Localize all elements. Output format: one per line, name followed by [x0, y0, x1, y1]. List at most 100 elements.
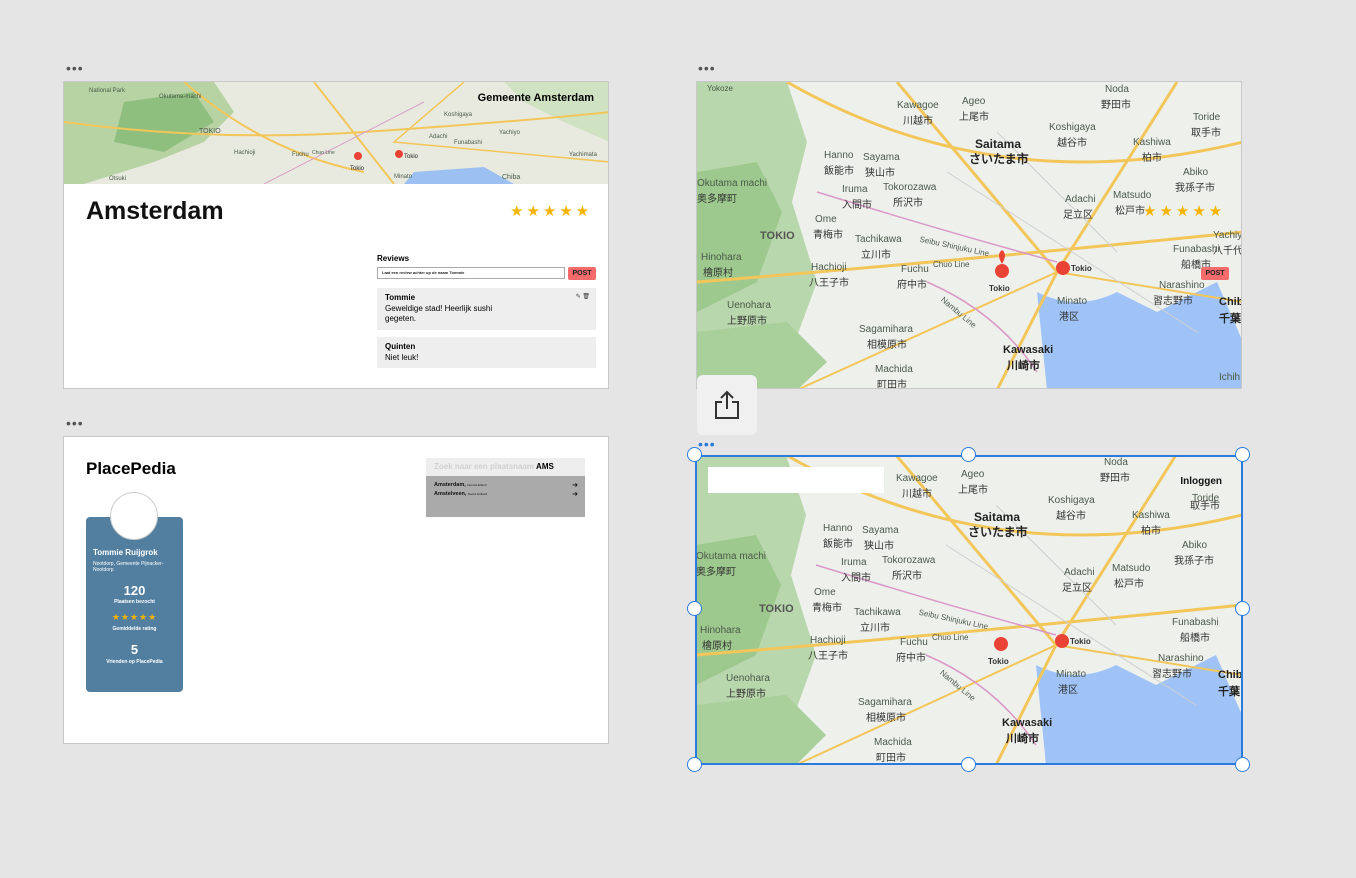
result-name: Amstelveen, [434, 491, 467, 497]
page-title: Amsterdam [86, 197, 224, 225]
map-label: Koshigaya [444, 112, 473, 118]
map-label: Fuchu [292, 152, 309, 158]
map-label: Koshigaya [1049, 122, 1096, 133]
map-label: 八千代 [1213, 246, 1242, 257]
review-text: Geweldige stad! Heerlijk sushi gegeten. [385, 304, 493, 323]
map-label: 青梅市 [813, 230, 843, 241]
resize-handle-mr[interactable] [1235, 601, 1250, 616]
map-label: Tokio [404, 154, 419, 160]
share-button[interactable] [697, 375, 757, 435]
frame-menu-dots[interactable]: ••• [698, 437, 716, 451]
share-icon [715, 390, 739, 419]
map-label: Chiba [502, 174, 521, 181]
map-label: Okutama-machi [159, 94, 202, 100]
frame-amsterdam[interactable]: National Park Okutama-machi TOKIO Hachio… [63, 81, 609, 389]
map-label: Fuchu [901, 264, 929, 275]
map-label: Chiba [1219, 296, 1241, 308]
places-count: 120 [123, 583, 146, 598]
brand-logo[interactable]: PlacePedia [86, 459, 176, 479]
map-label: Tokio [1071, 264, 1092, 273]
avatar[interactable] [110, 492, 158, 540]
result-province: Noord-Holland [467, 483, 487, 487]
resize-handle-tr[interactable] [1235, 447, 1250, 462]
review-input[interactable]: Laat een review achter op de naam Tommie [377, 267, 565, 279]
post-button[interactable]: POST [568, 267, 596, 280]
map-label: 所沢市 [893, 198, 923, 209]
map-label: Kashiwa [1133, 137, 1171, 148]
resize-handle-tc[interactable] [961, 447, 976, 462]
resize-handle-ml[interactable] [687, 601, 702, 616]
map-label: Narashino [1159, 280, 1205, 291]
resize-handle-tl[interactable] [687, 447, 702, 462]
result-province: Noord-Holland [467, 492, 488, 496]
frame-menu-dots[interactable]: ••• [698, 61, 716, 75]
resize-handle-bl[interactable] [687, 757, 702, 772]
map-label: Yokoze [707, 84, 733, 93]
map-label: 檜原村 [703, 268, 733, 279]
map-label: Ichih [1219, 372, 1241, 383]
map-label: Hinohara [701, 252, 742, 263]
map-label: 立川市 [861, 250, 891, 261]
map-label: 我孫子市 [1175, 183, 1215, 194]
post-button[interactable]: POST [1201, 267, 1229, 280]
frame-placepedia[interactable]: PlacePedia Tommie Ruijgrok Nootdorp, Gem… [63, 436, 609, 744]
map-label: Tokorozawa [883, 182, 937, 193]
map-label: 松戸市 [1115, 206, 1145, 217]
municipality-label: Gemeente Amsterdam [477, 92, 594, 104]
map-label: Minato [1057, 296, 1088, 307]
frame-menu-dots[interactable]: ••• [66, 61, 84, 75]
map-label: 狭山市 [865, 168, 895, 179]
map-label: 川越市 [903, 116, 933, 127]
review-card: Tommie Geweldige stad! Heerlijk sushi ge… [377, 288, 596, 330]
map-label: Adachi [1065, 194, 1096, 205]
map-label: Matsudo [1113, 190, 1152, 201]
map-label: さいたま市 [969, 152, 1029, 166]
map-label: 習志野市 [1153, 296, 1193, 307]
result-name: Amsterdam, [434, 482, 466, 488]
map-label: 八王子市 [809, 278, 849, 289]
map-label: 越谷市 [1057, 138, 1087, 149]
map-label: 足立区 [1063, 210, 1093, 221]
arrow-right-icon: ➜ [572, 491, 578, 498]
map-label: Okutama machi [697, 178, 768, 189]
map-label: Hanno [824, 150, 854, 161]
map-label: Otsuki [109, 176, 127, 182]
edit-delete-icons[interactable]: ✎ 🗑 [576, 293, 590, 300]
places-label: Plaatsen bezocht [114, 599, 155, 605]
map-label: Ome [815, 214, 837, 225]
arrow-right-icon: ➜ [572, 482, 578, 489]
friends-label: Vrienden op PlacePedia [106, 659, 163, 665]
frame-menu-dots[interactable]: ••• [66, 416, 84, 430]
search-input[interactable]: Zoek naar een plaatsnaam AMS [426, 458, 585, 476]
map-label: Yachiyo [1213, 230, 1242, 241]
map-label: 取手市 [1191, 128, 1221, 139]
resize-handle-bc[interactable] [961, 757, 976, 772]
map-label: 上野原市 [727, 316, 767, 327]
frame-map-preview[interactable]: Yokoze Kawagoe 川越市 Ageo 上尾市 Noda 野田市 Sai… [696, 81, 1242, 389]
rating-stars[interactable]: ★★★★★ [1143, 202, 1225, 220]
map-label: 奥多摩町 [697, 194, 737, 205]
map-label: Minato [394, 174, 413, 180]
selection-outline [695, 455, 1243, 765]
profile-name: Tommie Ruijgrok [93, 548, 158, 557]
search-placeholder: Zoek naar een plaatsnaam [434, 462, 535, 471]
map-label: Noda [1105, 84, 1129, 95]
map-label: 入間市 [842, 200, 872, 211]
map-label: Machida [875, 364, 913, 375]
map-label: 府中市 [897, 280, 927, 291]
map-label: TOKIO [199, 128, 221, 135]
map-label: 町田市 [877, 380, 907, 389]
search-result[interactable]: Amstelveen, Noord-Holland ➜ [434, 491, 578, 498]
review-text: Niet leuk! [385, 353, 419, 362]
map-label: Funabashi [454, 140, 483, 146]
search-result[interactable]: Amsterdam, Noord-Holland ➜ [434, 482, 578, 489]
map-label: Tokio [989, 284, 1010, 293]
map-label: Adachi [429, 134, 448, 140]
resize-handle-br[interactable] [1235, 757, 1250, 772]
map-label: 柏市 [1142, 153, 1162, 164]
map-label: Ageo [962, 96, 986, 107]
rating-stars[interactable]: ★★★★★ [510, 202, 592, 220]
map-label: Toride [1193, 112, 1221, 123]
map-label: 千葉 [1219, 313, 1241, 325]
review-card: Quinten Niet leuk! [377, 337, 596, 368]
